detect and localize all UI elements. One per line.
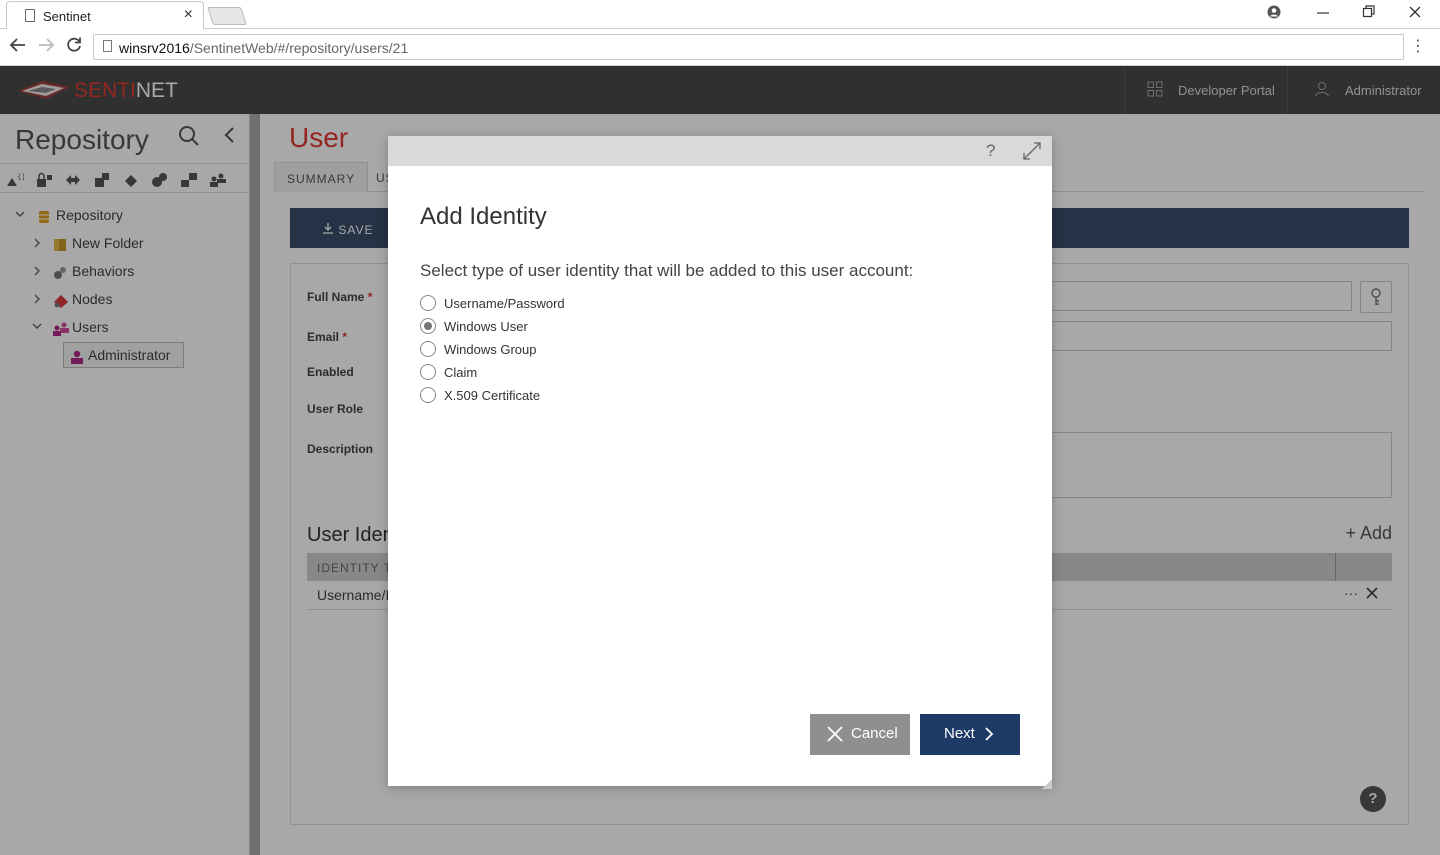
- new-tab-button[interactable]: [207, 7, 247, 25]
- option-x509-certificate[interactable]: X.509 Certificate: [420, 386, 720, 406]
- radio-claim[interactable]: [420, 364, 436, 380]
- page-icon: [25, 9, 35, 22]
- option-windows-group[interactable]: Windows Group: [420, 340, 720, 360]
- page-icon: [103, 40, 112, 52]
- browser-toolbar: winsrv2016/SentinetWeb/#/repository/user…: [0, 29, 1440, 66]
- option-claim[interactable]: Claim: [420, 363, 720, 383]
- dialog-title: Add Identity: [420, 203, 547, 230]
- browser-menu-icon[interactable]: ⋮: [1410, 36, 1426, 56]
- dialog-help-icon[interactable]: ?: [986, 141, 995, 161]
- browser-tab-title: Sentinet: [43, 9, 91, 24]
- option-label: X.509 Certificate: [444, 388, 541, 403]
- browser-tab[interactable]: Sentinet ×: [6, 1, 204, 29]
- back-icon[interactable]: [9, 36, 27, 59]
- radio-windows-user[interactable]: [420, 318, 436, 334]
- close-window-icon[interactable]: [1408, 4, 1422, 25]
- forward-icon[interactable]: [37, 36, 55, 59]
- option-label: Windows User: [444, 319, 528, 334]
- option-windows-user[interactable]: Windows User: [420, 317, 720, 337]
- resize-grip-icon[interactable]: [1042, 776, 1052, 789]
- chevron-right-icon: [984, 726, 994, 746]
- url-path: /SentinetWeb/#/repository/users/21: [189, 40, 409, 56]
- cancel-label: Cancel: [851, 725, 898, 742]
- url-text: winsrv2016/SentinetWeb/#/repository/user…: [119, 40, 408, 56]
- radio-windows-group[interactable]: [420, 341, 436, 357]
- close-tab-icon[interactable]: ×: [184, 6, 193, 24]
- add-identity-dialog: ? Add Identity Select type of user ident…: [388, 136, 1052, 789]
- next-button[interactable]: Next: [920, 714, 1020, 755]
- option-label: Claim: [444, 365, 478, 380]
- close-icon: [826, 725, 844, 747]
- option-label: Username/Password: [444, 296, 565, 311]
- address-bar[interactable]: winsrv2016/SentinetWeb/#/repository/user…: [93, 34, 1404, 60]
- restore-icon[interactable]: [1362, 4, 1376, 25]
- profile-icon[interactable]: [1266, 4, 1282, 25]
- browser-tabstrip: Sentinet ×: [0, 0, 1440, 29]
- radio-username-password[interactable]: [420, 295, 436, 311]
- expand-icon[interactable]: [1022, 141, 1042, 161]
- radio-x509-certificate[interactable]: [420, 387, 436, 403]
- dialog-prompt: Select type of user identity that will b…: [420, 261, 914, 280]
- option-username-password[interactable]: Username/Password: [420, 294, 720, 314]
- option-label: Windows Group: [444, 342, 537, 357]
- dialog-titlebar: ?: [388, 136, 1052, 166]
- cancel-button[interactable]: Cancel: [810, 714, 910, 755]
- reload-icon[interactable]: [65, 36, 83, 59]
- next-label: Next: [944, 725, 975, 742]
- url-host: winsrv2016: [119, 40, 190, 56]
- minimize-icon[interactable]: [1316, 4, 1330, 25]
